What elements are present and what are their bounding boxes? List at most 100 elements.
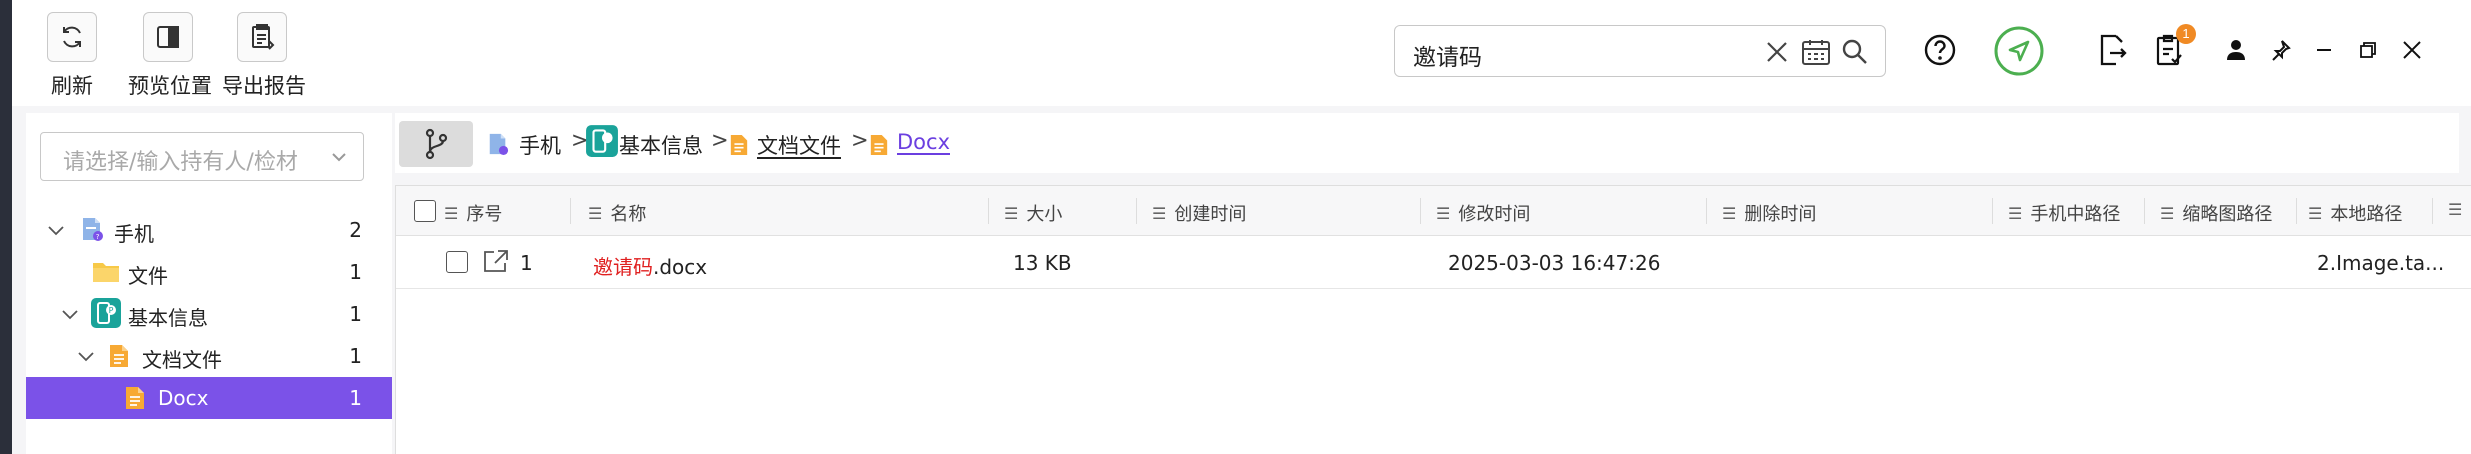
column-divider[interactable] [2144,198,2145,224]
column-header[interactable]: ☰ 本地路径 [2308,200,2402,226]
folder-icon [92,260,120,288]
tree-item-count: 1 [349,260,362,284]
column-divider[interactable] [570,198,571,224]
column-header[interactable]: ☰ 创建时间 [1152,200,1246,226]
column-header[interactable]: ☰ 大小 [1004,200,1062,226]
restore-icon[interactable] [2348,30,2388,70]
chevron-down-icon[interactable] [329,147,349,167]
app-window: 刷新 预览位置 导出报告 邀请码 1 请选择/输入持有人/检材 ? 手机 2 文… [12,0,2471,454]
file-name-rest: .docx [653,255,708,279]
refresh-button[interactable]: 刷新 [32,12,112,100]
export-report-label: 导出报告 [222,74,306,98]
column-header[interactable]: ☰ 缩略图路径 [2160,200,2272,226]
tree-item-count: 1 [349,344,362,368]
column-divider[interactable] [1706,198,1707,224]
search-box[interactable]: 邀请码 [1394,25,1886,77]
basic-info-icon [585,124,619,162]
tree-item-label: 手机 [114,222,154,246]
breadcrumb-item[interactable]: 基本信息 [619,130,703,160]
phone-icon: ? [80,216,104,246]
column-header-overflow[interactable]: ☰ [2448,200,2470,221]
owner-placeholder: 请选择/输入持有人/检材 [63,150,298,175]
tree-item-label: 文件 [128,264,168,288]
phone-icon [487,131,509,161]
svg-text:?: ? [96,233,100,241]
tree-item-documents[interactable]: 文档文件 1 [26,335,392,377]
search-icon[interactable] [1841,38,1869,66]
tree-item-count: 1 [349,386,362,410]
locate-icon[interactable] [1993,26,2045,76]
owner-select[interactable]: 请选择/输入持有人/检材 [40,132,364,181]
column-header[interactable]: ☰ 删除时间 [1722,200,1816,226]
close-icon[interactable] [2392,30,2432,70]
column-header[interactable]: ☰ 序号 [444,200,502,226]
document-icon [124,385,146,415]
export-file-icon[interactable] [2092,30,2132,70]
breadcrumb: 手机 > 基本信息 > 文档文件 > Docx [395,113,2459,173]
branch-button[interactable] [399,121,473,167]
local-path: 2.Image.ta... [2317,251,2445,275]
document-icon [869,133,889,161]
file-table: ☰ 序号 ☰ 名称 ☰ 大小 ☰ 创建时间 ☰ 修改时间 ☰ 删除时间 ☰ 手机中路径 ☰ 缩略… [395,185,2471,454]
column-divider[interactable] [1420,198,1421,224]
column-divider[interactable] [2432,198,2433,224]
notification-badge: 1 [2176,24,2196,44]
preview-position-label: 预览位置 [128,74,212,98]
svg-text:P: P [109,306,114,315]
pin-icon[interactable] [2260,30,2300,70]
calendar-icon[interactable] [1801,38,1830,66]
split-view-icon [143,12,193,62]
help-icon[interactable] [1920,30,1960,70]
user-icon[interactable] [2216,30,2256,70]
tree-item-count: 1 [349,302,362,326]
column-divider[interactable] [1992,198,1993,224]
tree-item-basic-info[interactable]: P 基本信息 1 [26,293,392,335]
tasks-icon[interactable]: 1 [2150,24,2196,70]
report-icon [237,12,287,62]
document-icon [729,133,749,161]
minimize-icon[interactable] [2304,30,2344,70]
branch-icon [425,128,448,160]
chevron-down-icon[interactable] [76,346,96,366]
column-header[interactable]: ☰ 修改时间 [1436,200,1530,226]
breadcrumb-item[interactable]: 手机 [519,130,561,160]
tree-item-label: 基本信息 [128,306,208,330]
chevron-down-icon[interactable] [60,304,80,324]
refresh-icon [47,12,97,62]
tree-item-phone[interactable]: ? 手机 2 [26,209,392,251]
breadcrumb-separator: > [711,128,729,152]
tree-item-docx[interactable]: Docx 1 [26,377,392,419]
tree-item-files[interactable]: 文件 1 [26,251,392,293]
column-header[interactable]: ☰ 手机中路径 [2008,200,2120,226]
export-report-button[interactable]: 导出报告 [222,12,306,100]
file-size: 13 KB [1013,251,1072,275]
window-edge [0,0,12,454]
breadcrumb-item[interactable]: 文档文件 [757,130,841,160]
table-row[interactable]: 1 邀请码.docx 13 KB 2025-03-03 16:47:26 2.I… [396,236,2471,289]
top-toolbar: 刷新 预览位置 导出报告 邀请码 1 [12,0,2471,106]
tree-item-count: 2 [349,218,362,242]
search-highlight: 邀请码 [593,255,653,279]
modified-time: 2025-03-03 16:47:26 [1448,251,1661,275]
search-input[interactable]: 邀请码 [1413,38,1482,72]
row-checkbox[interactable] [446,251,468,273]
column-divider[interactable] [1136,198,1137,224]
basic-info-icon: P [90,297,122,333]
refresh-label: 刷新 [51,74,93,98]
column-divider[interactable] [2296,198,2297,224]
chevron-down-icon[interactable] [46,220,66,240]
breadcrumb-item-current[interactable]: Docx [897,130,950,154]
left-panel: 请选择/输入持有人/检材 ? 手机 2 文件 1 P 基本信息 1 文档文件 1… [26,113,392,454]
tree-item-label: Docx [158,386,209,410]
document-icon [108,343,130,373]
column-header[interactable]: ☰ 名称 [588,200,646,226]
row-index: 1 [520,251,533,275]
open-external-icon[interactable] [482,248,510,279]
column-divider[interactable] [988,198,989,224]
file-name[interactable]: 邀请码.docx [593,251,707,280]
table-header: ☰ 序号 ☰ 名称 ☰ 大小 ☰ 创建时间 ☰ 修改时间 ☰ 删除时间 ☰ 手机中路径 ☰ 缩略… [396,186,2471,236]
clear-icon[interactable] [1763,38,1791,66]
preview-position-button[interactable]: 预览位置 [128,12,212,100]
tree-item-label: 文档文件 [142,348,222,372]
select-all-checkbox[interactable] [414,200,436,222]
